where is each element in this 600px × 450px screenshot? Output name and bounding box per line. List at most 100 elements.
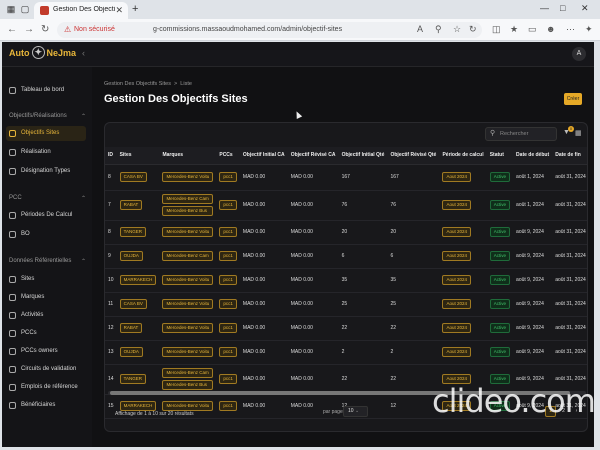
sidebar-item-sites[interactable]: Sites: [6, 272, 86, 287]
more-icon[interactable]: ⋯: [566, 24, 575, 35]
table-row[interactable]: 10 MARRAKECH Mercedes-Benz Voitu pcc1 MAD 0.…: [105, 268, 587, 293]
objectif-initial-ca: MAD 0.00: [242, 277, 266, 283]
avatar[interactable]: A: [572, 47, 586, 61]
warning-icon[interactable]: ⚠: [64, 25, 71, 34]
table-cell: Aout 2024: [439, 316, 487, 341]
table-cell: pcc1: [216, 190, 240, 221]
column-header[interactable]: Objectif Initial CA: [239, 147, 288, 165]
sidebar-item-bo[interactable]: BO: [6, 227, 86, 242]
split-screen-icon[interactable]: ◫: [492, 24, 501, 35]
table-row[interactable]: 13 OUJDA Mercedes-Benz Voitu pcc1 MAD 0.00 MA…: [105, 340, 587, 365]
copilot-icon[interactable]: ✦: [585, 24, 593, 35]
table-row[interactable]: 11 CASA BV Mercedes-Benz Voitu pcc1 MAD 0.00…: [105, 292, 587, 317]
table-cell: MAD 0.00: [239, 292, 288, 317]
create-button[interactable]: Créer: [564, 93, 582, 105]
forward-icon[interactable]: →: [24, 24, 34, 35]
tab-actions-icon[interactable]: ▢: [20, 4, 30, 14]
column-header[interactable]: Date de début: [513, 147, 553, 165]
collapse-sidebar-icon[interactable]: ‹: [82, 48, 85, 58]
table-row[interactable]: 12 RABAT Mercedes-Benz Voitu pcc1 MAD 0.00 MA…: [105, 316, 587, 341]
table-row[interactable]: 9 OUJDA Mercedes-Benz Cam pcc1 MAD 0.00 MAD 0…: [105, 244, 587, 269]
column-header[interactable]: ID: [105, 147, 117, 165]
pcc-tag: pcc1: [219, 299, 237, 309]
sidebar-item-realisation[interactable]: Réalisation: [6, 145, 86, 160]
status-badge: Active: [489, 323, 510, 333]
pcc-tag: pcc1: [219, 275, 237, 285]
sidebar-section-referentielles[interactable]: Données Référentielles ⌃: [9, 258, 86, 265]
sidebar-item-circuits[interactable]: Circuits de validation: [6, 362, 86, 377]
table-cell: 35: [338, 268, 388, 293]
table-cell: MAD 0.00: [287, 190, 339, 221]
sidebar-item-beneficiaires[interactable]: Bénéficiaires: [6, 398, 86, 413]
table-cell: MAD 0.00: [239, 316, 288, 341]
sidebar-item-label: Marques: [21, 294, 45, 300]
sidebar-item-pccs[interactable]: PCCs: [6, 326, 86, 341]
objectif-revise-qte: 76: [390, 202, 397, 208]
table-cell: 14: [105, 364, 117, 395]
periode-tag: Aout 2024: [442, 200, 471, 210]
objectif-initial-qte: 20: [341, 229, 348, 235]
collections-icon[interactable]: ▭: [528, 24, 537, 35]
browser-tab[interactable]: Gestion Des Objectifs Sites - Auto ✕: [34, 2, 128, 19]
sidebar-item-activites[interactable]: Activités: [6, 308, 86, 323]
column-header[interactable]: Marques: [159, 147, 217, 165]
extension-icon[interactable]: ↻: [469, 24, 477, 35]
profile-icon[interactable]: ☻: [546, 24, 555, 34]
status-badge: Active: [489, 200, 510, 210]
sidebar-section-objectifs[interactable]: Objectifs/Réalisations ⌃: [9, 113, 86, 120]
new-tab-button[interactable]: +: [132, 3, 138, 15]
column-header[interactable]: Objectif Révisé CA: [287, 147, 339, 165]
table-row[interactable]: 8 CASA BV Mercedes-Benz Voitu pcc1 MAD 0.00 M…: [105, 164, 587, 191]
workspaces-icon[interactable]: ▦: [6, 4, 16, 14]
date-debut: août 9, 2024: [516, 301, 544, 307]
close-tab-icon[interactable]: ✕: [115, 5, 123, 16]
search-input[interactable]: ⚲ Rechercher: [485, 127, 557, 141]
maximize-icon[interactable]: □: [560, 3, 565, 13]
periode-tag: Aout 2024: [442, 347, 471, 357]
sidebar-item-periodes[interactable]: Périodes De Calcul: [6, 208, 86, 223]
table-cell: Aout 2024: [439, 268, 487, 293]
sidebar-item-designation-types[interactable]: Désignation Types: [6, 164, 86, 179]
column-header[interactable]: Date de fin: [552, 147, 587, 165]
chevron-up-icon: ⌃: [81, 259, 87, 265]
back-icon[interactable]: ←: [7, 24, 17, 35]
objectif-revise-qte: 35: [390, 277, 397, 283]
breadcrumb-link[interactable]: Gestion Des Objectifs Sites: [104, 81, 171, 87]
table-cell: août 31, 2024: [552, 268, 587, 293]
column-header[interactable]: Sites: [116, 147, 160, 165]
table-row[interactable]: 7 RABAT Mercedes-Benz Cam Mercedes-Benz Bus…: [105, 190, 587, 221]
refresh-icon[interactable]: ↻: [41, 24, 49, 35]
favorites-icon[interactable]: ★: [510, 24, 518, 35]
breadcrumb-current: Liste: [180, 81, 192, 87]
url-text[interactable]: g-commissions.massaoudmohamed.com/admin/…: [153, 26, 342, 33]
sidebar-section-pcc[interactable]: PCC ⌃: [9, 195, 86, 202]
tab-title: Gestion Des Objectifs Sites - Auto: [53, 6, 115, 13]
column-header[interactable]: Objectif Révisé Qté: [387, 147, 440, 165]
favorite-star-icon[interactable]: ☆: [453, 24, 461, 35]
page-title: Gestion Des Objectifs Sites: [104, 93, 248, 105]
column-header[interactable]: Période de calcul: [439, 147, 487, 165]
columns-icon[interactable]: ▦: [575, 129, 582, 137]
app-logo[interactable]: Auto NeJma: [9, 45, 77, 59]
sidebar-item-marques[interactable]: Marques: [6, 290, 86, 305]
per-page-select[interactable]: 10 ⌄: [343, 406, 368, 417]
table-cell: 13: [105, 340, 117, 365]
sidebar-item-emplois[interactable]: Emplois de référence: [6, 380, 86, 395]
column-header[interactable]: PCCs: [216, 147, 240, 165]
zoom-icon[interactable]: ⚲: [435, 24, 442, 35]
address-bar[interactable]: ⚠ Non sécurisé g-commissions.massaoudmoh…: [57, 22, 482, 38]
table-cell: Active: [486, 244, 514, 269]
breadcrumb: Gestion Des Objectifs Sites > Liste: [104, 81, 192, 87]
table-cell: 11: [105, 292, 117, 317]
read-aloud-icon[interactable]: A: [417, 24, 423, 34]
sidebar-item-dashboard[interactable]: Tableau de bord: [6, 83, 86, 98]
target-icon: [9, 130, 16, 137]
column-header[interactable]: Statut: [486, 147, 514, 165]
sidebar-item-pccs-owners[interactable]: PCCs owners: [6, 344, 86, 359]
sidebar-item-objectifs-sites[interactable]: Objectifs Sites: [6, 126, 86, 141]
table-row[interactable]: 8 TANGER Mercedes-Benz Voitu pcc1 MAD 0.00 MA…: [105, 220, 587, 245]
minimize-icon[interactable]: —: [540, 3, 549, 13]
close-window-icon[interactable]: ✕: [581, 3, 589, 14]
logo-right-text: NeJma: [46, 48, 77, 58]
column-header[interactable]: Objectif Initial Qté: [338, 147, 388, 165]
